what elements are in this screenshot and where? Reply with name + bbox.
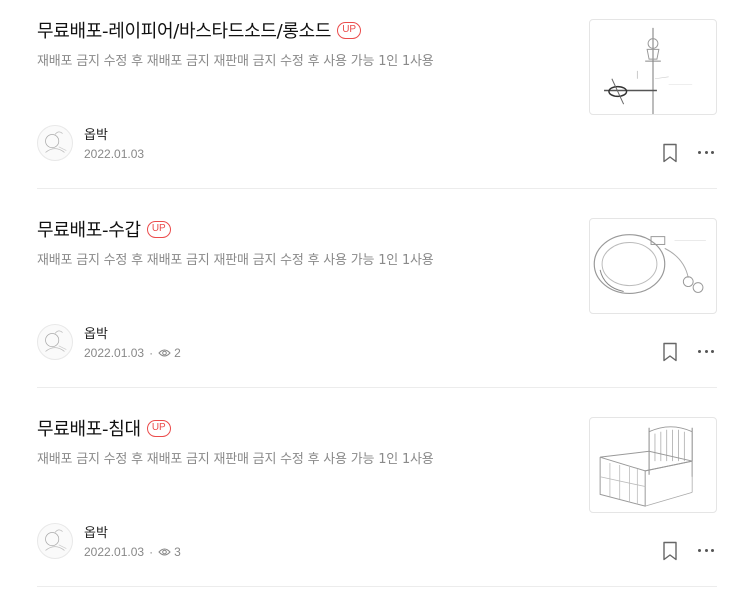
eye-icon [158, 547, 171, 557]
more-dot-icon [711, 548, 714, 552]
bookmark-icon [663, 143, 677, 163]
view-count: 2 [174, 346, 181, 360]
eye-icon [158, 348, 171, 358]
post-meta: 2022.01.03 [84, 147, 144, 161]
post-title[interactable]: 무료배포-수갑 [37, 216, 141, 242]
post-title-row[interactable]: 무료배포-침대 UP [37, 415, 171, 441]
post-date: 2022.01.03 [84, 346, 145, 360]
author-name[interactable]: 옵박 [84, 124, 108, 143]
divider [37, 586, 717, 587]
divider [37, 188, 717, 189]
avatar-sketch-icon [45, 529, 67, 551]
more-options-button[interactable] [696, 342, 716, 360]
post-thumbnail[interactable] [589, 19, 717, 115]
post-date: 2022.01.03 [84, 545, 145, 559]
meta-separator: · [149, 346, 154, 360]
list-item[interactable]: 무료배포-레이피어/바스타드소드/롱소드 UP 재배포 금지 수정 후 재배포 … [0, 0, 750, 199]
more-dot-icon [704, 548, 708, 552]
bookmark-icon [663, 541, 677, 561]
post-meta: 2022.01.03 · 2 [84, 346, 181, 360]
post-thumbnail[interactable] [589, 417, 717, 513]
list-item[interactable]: 무료배포-수갑 UP 재배포 금지 수정 후 재배포 금지 재판매 금지 수정 … [0, 199, 750, 398]
avatar[interactable] [37, 523, 73, 559]
author-name[interactable]: 옵박 [84, 323, 108, 342]
post-title-row[interactable]: 무료배포-레이피어/바스타드소드/롱소드 UP [37, 17, 362, 43]
view-count: 3 [174, 545, 181, 559]
author-name[interactable]: 옵박 [84, 522, 108, 541]
up-badge: UP [337, 21, 362, 39]
post-description: 재배포 금지 수정 후 재배포 금지 재판매 금지 수정 후 사용 가능 1인 … [37, 54, 434, 69]
handcuffs-sketch-icon [593, 234, 706, 295]
bookmark-icon [663, 342, 677, 362]
avatar[interactable] [37, 324, 73, 360]
more-dot-icon [704, 349, 708, 353]
more-dot-icon [711, 150, 714, 154]
bed-sketch-icon [599, 426, 693, 507]
post-description: 재배포 금지 수정 후 재배포 금지 재판매 금지 수정 후 사용 가능 1인 … [37, 452, 434, 467]
more-dot-icon [698, 349, 701, 353]
post-title[interactable]: 무료배포-레이피어/바스타드소드/롱소드 [37, 17, 331, 43]
more-options-button[interactable] [696, 143, 716, 161]
avatar-sketch-icon [45, 330, 67, 352]
up-badge: UP [146, 419, 171, 437]
more-dot-icon [698, 548, 701, 552]
more-options-button[interactable] [696, 541, 716, 559]
post-date: 2022.01.03 [84, 147, 145, 161]
more-dot-icon [704, 150, 708, 154]
more-dot-icon [698, 150, 701, 154]
list-item[interactable]: 무료배포-침대 UP 재배포 금지 수정 후 재배포 금지 재판매 금지 수정 … [0, 398, 750, 597]
post-description: 재배포 금지 수정 후 재배포 금지 재판매 금지 수정 후 사용 가능 1인 … [37, 253, 434, 268]
avatar-sketch-icon [45, 131, 67, 153]
meta-separator: · [149, 545, 154, 559]
post-title-row[interactable]: 무료배포-수갑 UP [37, 216, 171, 242]
post-title[interactable]: 무료배포-침대 [37, 415, 141, 441]
more-dot-icon [711, 349, 714, 353]
post-meta: 2022.01.03 · 3 [84, 545, 181, 559]
bookmark-button[interactable] [661, 143, 679, 163]
up-badge: UP [146, 220, 171, 238]
sword-sketch-icon [604, 27, 693, 114]
post-thumbnail[interactable] [589, 218, 717, 314]
avatar[interactable] [37, 125, 73, 161]
divider [37, 387, 717, 388]
bookmark-button[interactable] [661, 541, 679, 561]
bookmark-button[interactable] [661, 342, 679, 362]
